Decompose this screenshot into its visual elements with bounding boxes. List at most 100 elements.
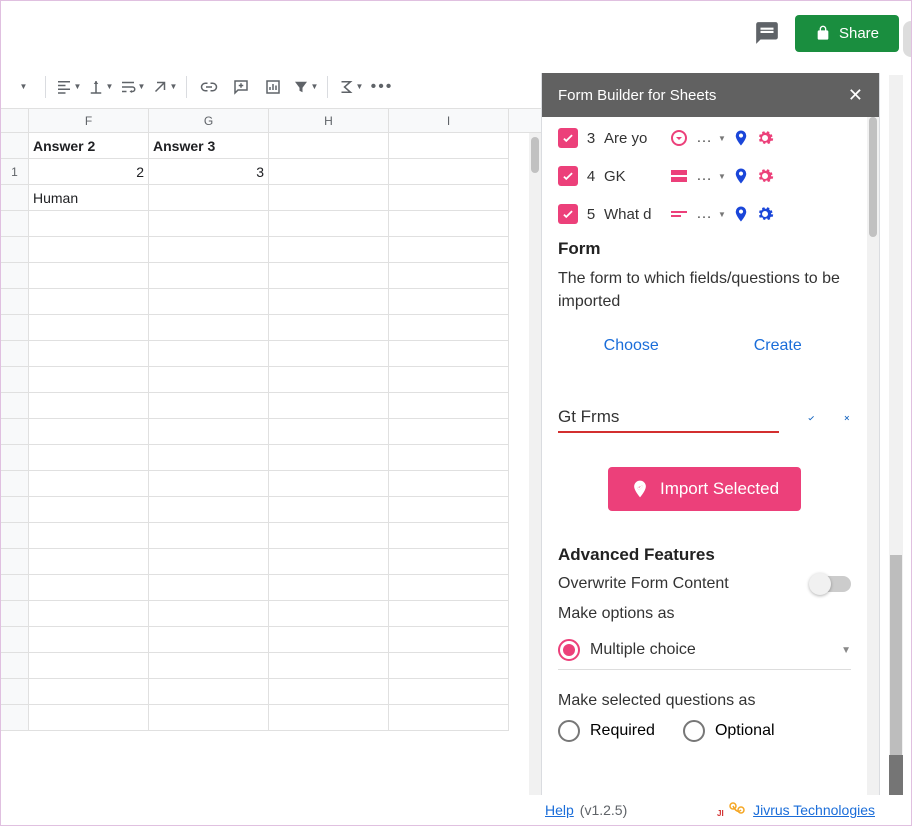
cell[interactable] [29, 315, 149, 341]
menu-caret[interactable]: ▼ [9, 73, 37, 101]
type-icon[interactable] [668, 167, 690, 185]
panel-scrollbar[interactable] [867, 117, 879, 795]
align-h-button[interactable]: ▼ [54, 73, 82, 101]
cell[interactable] [29, 289, 149, 315]
cell[interactable] [389, 419, 509, 445]
cell[interactable] [29, 263, 149, 289]
cell[interactable] [29, 445, 149, 471]
form-name-input[interactable] [558, 403, 779, 433]
avatar[interactable] [903, 21, 911, 57]
cell[interactable] [149, 237, 269, 263]
overwrite-toggle[interactable] [811, 576, 851, 592]
cell[interactable] [149, 341, 269, 367]
tab-choose[interactable]: Choose [558, 329, 705, 363]
row-header[interactable] [1, 679, 29, 705]
wrap-button[interactable]: ▼ [118, 73, 146, 101]
cell[interactable] [149, 315, 269, 341]
cell[interactable] [149, 419, 269, 445]
functions-button[interactable]: ▼ [336, 73, 364, 101]
row-header[interactable] [1, 705, 29, 731]
close-icon[interactable]: ✕ [848, 85, 863, 106]
cell[interactable] [269, 133, 389, 159]
col-header[interactable]: F [29, 109, 149, 133]
cell[interactable] [269, 523, 389, 549]
share-button[interactable]: Share [795, 15, 899, 52]
cell[interactable] [269, 653, 389, 679]
cell[interactable] [269, 263, 389, 289]
cell[interactable] [29, 575, 149, 601]
row-header[interactable] [1, 341, 29, 367]
more-icon[interactable]: … [696, 167, 712, 185]
row-header[interactable] [1, 471, 29, 497]
cell[interactable] [149, 549, 269, 575]
row-header[interactable] [1, 575, 29, 601]
cell[interactable] [29, 211, 149, 237]
cell[interactable] [149, 367, 269, 393]
row-header[interactable]: 1 [1, 159, 29, 185]
cell[interactable] [269, 497, 389, 523]
cell[interactable] [29, 393, 149, 419]
cell[interactable] [269, 419, 389, 445]
cell[interactable] [149, 653, 269, 679]
cell[interactable] [149, 575, 269, 601]
cell[interactable] [269, 393, 389, 419]
cell[interactable] [269, 237, 389, 263]
chevron-down-icon[interactable]: ▼ [718, 172, 726, 181]
align-v-button[interactable]: ▼ [86, 73, 114, 101]
cell[interactable] [389, 653, 509, 679]
pin-icon[interactable] [732, 167, 750, 185]
cell[interactable] [269, 601, 389, 627]
cell[interactable] [149, 523, 269, 549]
cell[interactable]: Answer 3 [149, 133, 269, 159]
row-header[interactable] [1, 237, 29, 263]
cell[interactable] [269, 575, 389, 601]
select-all-corner[interactable] [1, 109, 29, 133]
cell[interactable] [389, 367, 509, 393]
row-header[interactable] [1, 367, 29, 393]
cell[interactable] [389, 289, 509, 315]
sheet-scrollbar[interactable] [529, 133, 541, 795]
row-header[interactable] [1, 445, 29, 471]
more-button[interactable]: ••• [368, 73, 396, 101]
cell[interactable] [389, 341, 509, 367]
import-selected-button[interactable]: Import Selected [608, 467, 801, 511]
cell[interactable] [389, 133, 509, 159]
confirm-icon[interactable] [807, 406, 815, 430]
filter-button[interactable]: ▼ [291, 73, 319, 101]
cell[interactable]: Answer 2 [29, 133, 149, 159]
pin-icon[interactable] [732, 129, 750, 147]
cell[interactable] [149, 289, 269, 315]
radio-required[interactable]: Required [558, 720, 655, 742]
cell[interactable] [149, 445, 269, 471]
more-icon[interactable]: … [696, 129, 712, 147]
cell[interactable] [149, 263, 269, 289]
cell[interactable] [389, 601, 509, 627]
cell[interactable] [29, 341, 149, 367]
row-header[interactable] [1, 133, 29, 159]
cell[interactable] [269, 289, 389, 315]
cell[interactable]: Human [29, 185, 149, 211]
gear-icon[interactable] [756, 167, 774, 185]
cell[interactable] [29, 523, 149, 549]
more-icon[interactable]: … [696, 205, 712, 223]
cell[interactable] [269, 341, 389, 367]
cell[interactable] [389, 263, 509, 289]
spreadsheet[interactable]: F G H I Answer 2 Answer 3 1 2 3 Human [1, 109, 541, 795]
cancel-icon[interactable] [843, 407, 851, 429]
row-header[interactable] [1, 627, 29, 653]
col-header[interactable]: I [389, 109, 509, 133]
row-header[interactable] [1, 263, 29, 289]
comment-insert-button[interactable] [227, 73, 255, 101]
cell[interactable] [389, 497, 509, 523]
cell[interactable] [269, 679, 389, 705]
type-icon[interactable] [668, 129, 690, 147]
options-select[interactable]: Multiple choice ▼ [558, 631, 851, 670]
cell[interactable] [29, 549, 149, 575]
row-header[interactable] [1, 549, 29, 575]
cell[interactable] [269, 315, 389, 341]
cell[interactable] [149, 705, 269, 731]
row-header[interactable] [1, 653, 29, 679]
type-icon[interactable] [668, 205, 690, 223]
cell[interactable] [29, 497, 149, 523]
cell[interactable] [389, 393, 509, 419]
